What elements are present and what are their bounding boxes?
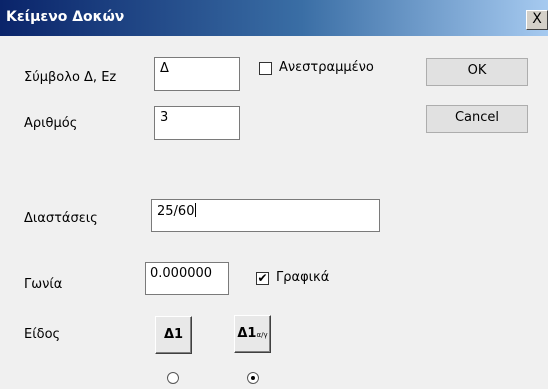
close-button[interactable]: X — [526, 10, 548, 30]
dimensions-input-value: 25/60 — [157, 204, 195, 219]
angle-input[interactable]: 0.000000 — [145, 262, 229, 295]
type-option-simple-radio[interactable] — [167, 372, 179, 384]
type-option-ag-subscript: α/γ — [256, 331, 268, 339]
checkmark-icon: ✔ — [257, 271, 268, 285]
close-icon: X — [532, 11, 542, 27]
radio-selected-dot — [251, 376, 255, 380]
symbol-label: Σύμβολο Δ, Ez — [24, 70, 117, 85]
dimensions-label: Διαστάσεις — [24, 211, 98, 226]
inverted-checkbox[interactable] — [259, 62, 272, 75]
cancel-button[interactable]: Cancel — [426, 105, 528, 133]
graphic-label: Γραφικά — [276, 270, 330, 285]
window-title: Κείμενο Δοκών — [6, 9, 125, 25]
type-option-ag-radio[interactable] — [247, 372, 259, 384]
title-bar: Κείμενο Δοκών X — [0, 0, 548, 36]
type-option-ag-glyph: Δ1 — [237, 326, 257, 341]
type-label: Είδος — [24, 327, 61, 342]
symbol-input[interactable]: Δ — [154, 57, 240, 91]
inverted-label: Ανεστραμμένο — [279, 60, 374, 75]
type-option-ag-button[interactable]: Δ1α/γ — [234, 315, 271, 353]
dialog-body: Σύμβολο Δ, Ez Δ Ανεστραμμένο Αριθμός 3 O… — [0, 36, 548, 389]
dimensions-input[interactable]: 25/60 — [151, 199, 380, 232]
type-option-simple-glyph: Δ1 — [163, 327, 184, 342]
type-option-simple-button[interactable]: Δ1 — [155, 316, 192, 354]
symbol-input-value: Δ — [160, 61, 169, 76]
text-caret — [195, 203, 197, 217]
number-label: Αριθμός — [24, 116, 78, 131]
number-input[interactable]: 3 — [154, 106, 240, 140]
angle-input-value: 0.000000 — [150, 266, 213, 281]
angle-label: Γωνία — [24, 277, 63, 292]
number-input-value: 3 — [160, 110, 169, 125]
graphic-checkbox[interactable]: ✔ — [256, 272, 269, 285]
ok-button[interactable]: OK — [426, 58, 528, 86]
